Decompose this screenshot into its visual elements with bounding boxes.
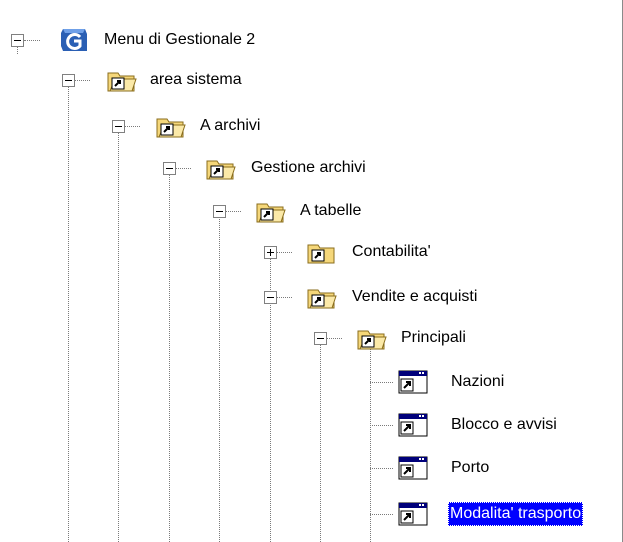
- shortcut-folder-open-icon: [106, 67, 138, 93]
- gestionale-g-logo-icon: [58, 27, 90, 53]
- tree-branch-line: [277, 252, 292, 253]
- tree-guide-line: [370, 342, 371, 542]
- collapse-button-menu-di-gestionale[interactable]: [11, 34, 24, 47]
- tree-guide-line: [219, 215, 220, 542]
- tree-guide-line: [320, 342, 321, 542]
- tree-label-nazioni[interactable]: Nazioni: [449, 370, 506, 394]
- collapse-button-principali[interactable]: [314, 332, 327, 345]
- collapse-button-a-tabelle[interactable]: [213, 205, 226, 218]
- shortcut-folder-open-icon: [306, 284, 338, 310]
- tree-branch-line: [370, 514, 393, 515]
- tree-branch-line: [226, 211, 241, 212]
- tree-branch-line: [370, 468, 393, 469]
- tree-branch-line: [24, 40, 40, 41]
- menu-tree-view[interactable]: Menu di Gestionale 2 area sistema A arch…: [0, 0, 623, 542]
- expand-button-contabilita[interactable]: [264, 246, 277, 259]
- tree-label-gestione-archivi[interactable]: Gestione archivi: [249, 156, 368, 180]
- tree-branch-line: [370, 382, 393, 383]
- tree-branch-line: [176, 168, 191, 169]
- tree-label-blocco-e-avvisi[interactable]: Blocco e avvisi: [449, 413, 559, 437]
- tree-branch-line: [327, 338, 342, 339]
- shortcut-folder-closed-icon: [306, 239, 338, 265]
- shortcut-folder-open-icon: [155, 113, 187, 139]
- tree-branch-line: [125, 126, 140, 127]
- tree-branch-line: [370, 425, 393, 426]
- tree-label-menu-di-gestionale[interactable]: Menu di Gestionale 2: [102, 28, 257, 52]
- program-shortcut-icon: [397, 412, 429, 438]
- shortcut-folder-open-icon: [205, 155, 237, 181]
- collapse-button-vendite-e-acquisti[interactable]: [264, 291, 277, 304]
- collapse-button-area-sistema[interactable]: [62, 74, 75, 87]
- program-shortcut-icon: [397, 501, 429, 527]
- shortcut-folder-open-icon: [356, 325, 388, 351]
- program-shortcut-icon: [397, 369, 429, 395]
- tree-label-principali[interactable]: Principali: [399, 326, 468, 350]
- tree-label-modalita-trasporto[interactable]: Modalita' trasporto: [448, 502, 584, 526]
- tree-label-vendite-e-acquisti[interactable]: Vendite e acquisti: [350, 285, 479, 309]
- program-shortcut-icon: [397, 455, 429, 481]
- tree-guide-line: [169, 172, 170, 542]
- tree-branch-line: [277, 297, 292, 298]
- tree-label-area-sistema[interactable]: area sistema: [148, 68, 244, 92]
- tree-guide-line: [118, 130, 119, 542]
- shortcut-folder-open-icon: [255, 198, 287, 224]
- tree-branch-line: [75, 80, 90, 81]
- collapse-button-gestione-archivi[interactable]: [163, 162, 176, 175]
- tree-label-porto[interactable]: Porto: [449, 456, 491, 480]
- collapse-button-a-archivi[interactable]: [112, 120, 125, 133]
- tree-label-a-archivi[interactable]: A archivi: [198, 114, 262, 138]
- tree-label-contabilita[interactable]: Contabilita': [350, 240, 433, 264]
- tree-label-a-tabelle[interactable]: A tabelle: [298, 199, 363, 223]
- tree-guide-line: [68, 85, 69, 542]
